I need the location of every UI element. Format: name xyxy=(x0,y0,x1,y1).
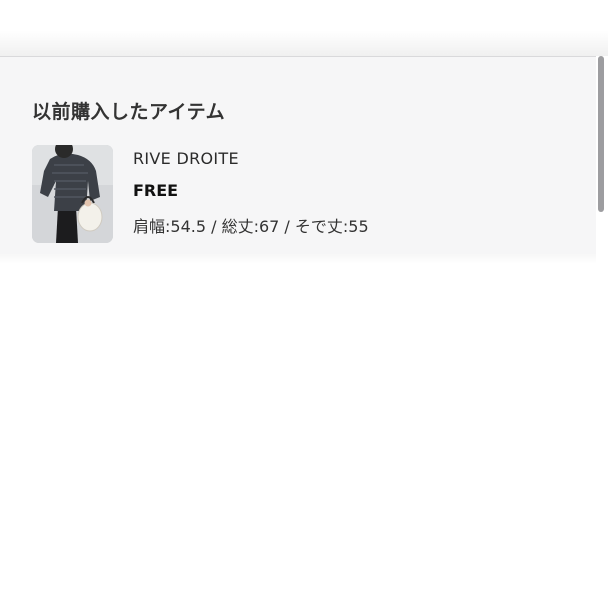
brand-name: RIVE DROITE xyxy=(133,149,239,168)
item-size: FREE xyxy=(133,181,179,200)
vertical-scrollbar[interactable] xyxy=(598,56,604,212)
product-photo-image xyxy=(32,145,113,243)
product-thumbnail[interactable] xyxy=(32,145,113,243)
purchase-history-screen: 以前購入したアイテム RIVE DROITE FREE 肩幅:54.5 / 総丈… xyxy=(0,0,608,608)
panel-bottom-shadow xyxy=(0,254,596,264)
section-title: 以前購入したアイテム xyxy=(32,101,226,123)
previous-purchases-panel: 以前購入したアイテム RIVE DROITE FREE 肩幅:54.5 / 総丈… xyxy=(0,56,596,254)
item-measurements: 肩幅:54.5 / 総丈:67 / そで丈:55 xyxy=(133,217,369,236)
purchased-item[interactable]: RIVE DROITE FREE 肩幅:54.5 / 総丈:67 / そで丈:5… xyxy=(32,145,572,243)
top-fade xyxy=(0,0,608,56)
